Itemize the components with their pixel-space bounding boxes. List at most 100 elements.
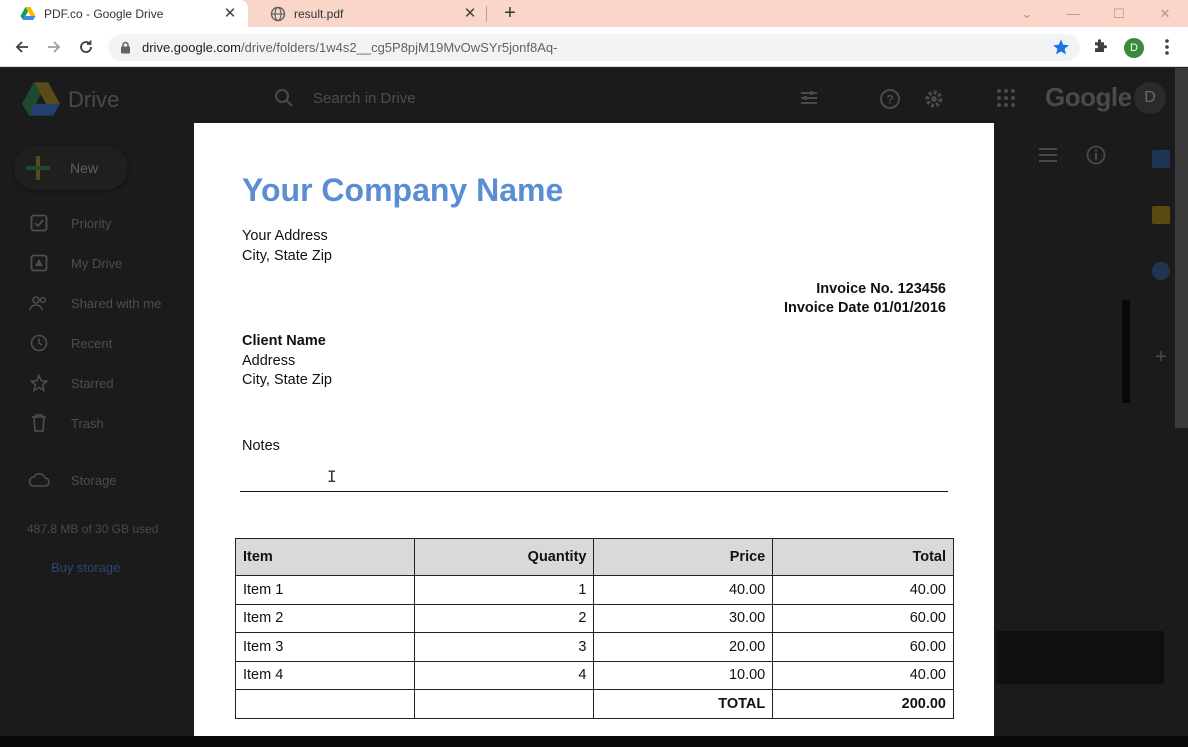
total-value: 200.00 <box>772 689 954 719</box>
tab-result-pdf[interactable]: result.pdf ✕ <box>250 0 488 27</box>
more-vert-icon[interactable] <box>1160 37 1174 57</box>
nav-label: Starred <box>71 375 114 391</box>
table-cell: Item 1 <box>235 575 415 605</box>
tab-search-icon[interactable]: ⌄ <box>1004 0 1050 27</box>
invoice-number: Invoice No. 123456 <box>816 281 946 297</box>
plus-icon <box>26 156 50 180</box>
search-input[interactable]: Search in Drive <box>313 90 416 107</box>
table-cell: 3 <box>413 632 595 662</box>
nav-label: Recent <box>71 335 113 351</box>
apps-grid-icon[interactable] <box>996 88 1016 108</box>
table-cell: 60.00 <box>772 632 954 662</box>
search-icon[interactable] <box>274 88 294 108</box>
tab-strip: PDF.co - Google Drive ✕ result.pdf ✕ + ⌄… <box>0 0 1188 27</box>
table-cell: Item 2 <box>235 603 415 633</box>
reload-icon <box>80 40 92 53</box>
nav-item-storage[interactable]: Storage <box>28 469 117 491</box>
table-total-row: TOTAL 200.00 <box>235 689 954 719</box>
column-header: Item <box>235 538 415 576</box>
extensions-puzzle-icon[interactable] <box>1092 37 1110 55</box>
new-button-label: New <box>70 160 99 176</box>
nav-item-shared[interactable]: Shared with me <box>28 292 161 314</box>
list-view-icon[interactable] <box>1038 147 1058 163</box>
nav-label: Trash <box>71 415 104 431</box>
drive-logo-icon <box>22 82 60 116</box>
arrow-right-icon <box>48 41 61 53</box>
tab-title: PDF.co - Google Drive <box>44 6 164 21</box>
close-tab-icon[interactable]: ✕ <box>222 5 238 22</box>
bookmark-star-icon[interactable] <box>1052 38 1070 56</box>
table-row: Item 4 4 10.00 40.00 <box>235 660 954 690</box>
nav-item-trash[interactable]: Trash <box>28 412 104 434</box>
table-header-row: Item Quantity Price Total <box>235 538 954 576</box>
nav-item-my-drive[interactable]: My Drive <box>28 252 122 274</box>
tab-drive[interactable]: PDF.co - Google Drive ✕ <box>0 0 248 27</box>
svg-text:?: ? <box>886 93 893 107</box>
arrow-left-icon <box>15 41 28 53</box>
table-cell: 40.00 <box>772 575 954 605</box>
table-cell: 30.00 <box>593 603 774 633</box>
table-cell <box>235 689 415 719</box>
tasks-icon[interactable] <box>1152 262 1170 280</box>
lock-icon <box>121 41 130 54</box>
table-cell: 10.00 <box>593 660 774 690</box>
tab-separator <box>486 6 487 22</box>
keep-icon[interactable] <box>1152 206 1170 224</box>
profile-avatar[interactable]: D <box>1124 38 1144 58</box>
page-scrollbar[interactable] <box>1175 68 1188 428</box>
search-options-icon[interactable] <box>799 88 819 108</box>
nav-label: My Drive <box>71 255 123 271</box>
client-city: City, State Zip <box>242 372 332 388</box>
address-bar[interactable]: drive.google.com/drive/folders/1w4s2__cg… <box>108 34 1080 61</box>
reload-button[interactable] <box>74 35 98 59</box>
star-icon <box>28 372 50 394</box>
close-window-button[interactable]: ✕ <box>1142 0 1188 27</box>
help-icon[interactable]: ? <box>879 88 901 110</box>
url-host: drive.google.com <box>142 40 241 55</box>
people-icon <box>28 292 50 314</box>
maximize-button[interactable]: ☐ <box>1096 0 1142 27</box>
client-name: Client Name <box>242 333 326 349</box>
add-addon-icon[interactable]: + <box>1152 347 1170 367</box>
nav-item-recent[interactable]: Recent <box>28 332 112 354</box>
nav-label: Priority <box>71 215 112 231</box>
company-address: Your Address <box>242 228 328 244</box>
invoice-table: Item Quantity Price Total Item 1 1 40.00… <box>235 538 954 719</box>
drive-folder-icon <box>28 252 50 274</box>
google-logo: Google <box>1045 82 1132 112</box>
table-cell: 40.00 <box>593 575 774 605</box>
table-cell: Item 4 <box>235 660 415 690</box>
check-circle-icon <box>1120 699 1140 719</box>
total-label: TOTAL <box>593 689 774 719</box>
gear-icon[interactable] <box>923 88 945 110</box>
table-cell: Item 3 <box>235 632 415 662</box>
nav-item-priority[interactable]: Priority <box>28 212 111 234</box>
url-text: drive.google.com/drive/folders/1w4s2__cg… <box>142 40 558 55</box>
table-row: Item 3 3 20.00 60.00 <box>235 632 954 662</box>
google-drive-icon <box>20 6 36 20</box>
url-path: /drive/folders/1w4s2__cg5P8pjM19MvOwSYr5… <box>241 40 558 55</box>
info-icon[interactable] <box>1086 145 1106 165</box>
new-tab-button[interactable]: + <box>500 3 520 23</box>
table-row: Item 2 2 30.00 60.00 <box>235 603 954 633</box>
buy-storage-link[interactable]: Buy storage <box>51 560 120 575</box>
nav-item-starred[interactable]: Starred <box>28 372 114 394</box>
minimize-button[interactable]: — <box>1050 0 1096 27</box>
nav-label: Shared with me <box>71 295 162 311</box>
pdf-preview-page[interactable]: Your Company Name Your Address City, Sta… <box>194 123 994 736</box>
forward-button[interactable] <box>42 35 66 59</box>
calendar-icon[interactable] <box>1152 150 1170 168</box>
invoice-info: Invoice No. 123456 Invoice Date 01/01/20… <box>784 280 946 318</box>
back-button[interactable] <box>10 35 34 59</box>
notes-divider <box>240 491 948 492</box>
notes-label: Notes <box>242 438 280 454</box>
close-tab-icon[interactable]: ✕ <box>462 5 478 22</box>
table-cell: 40.00 <box>772 660 954 690</box>
column-header: Quantity <box>413 538 595 576</box>
browser-toolbar: drive.google.com/drive/folders/1w4s2__cg… <box>0 27 1188 67</box>
table-cell: 4 <box>413 660 595 690</box>
check-square-icon <box>28 212 50 234</box>
cloud-icon <box>28 469 50 491</box>
table-row: Item 1 1 40.00 40.00 <box>235 575 954 605</box>
tab-title: result.pdf <box>294 6 344 21</box>
